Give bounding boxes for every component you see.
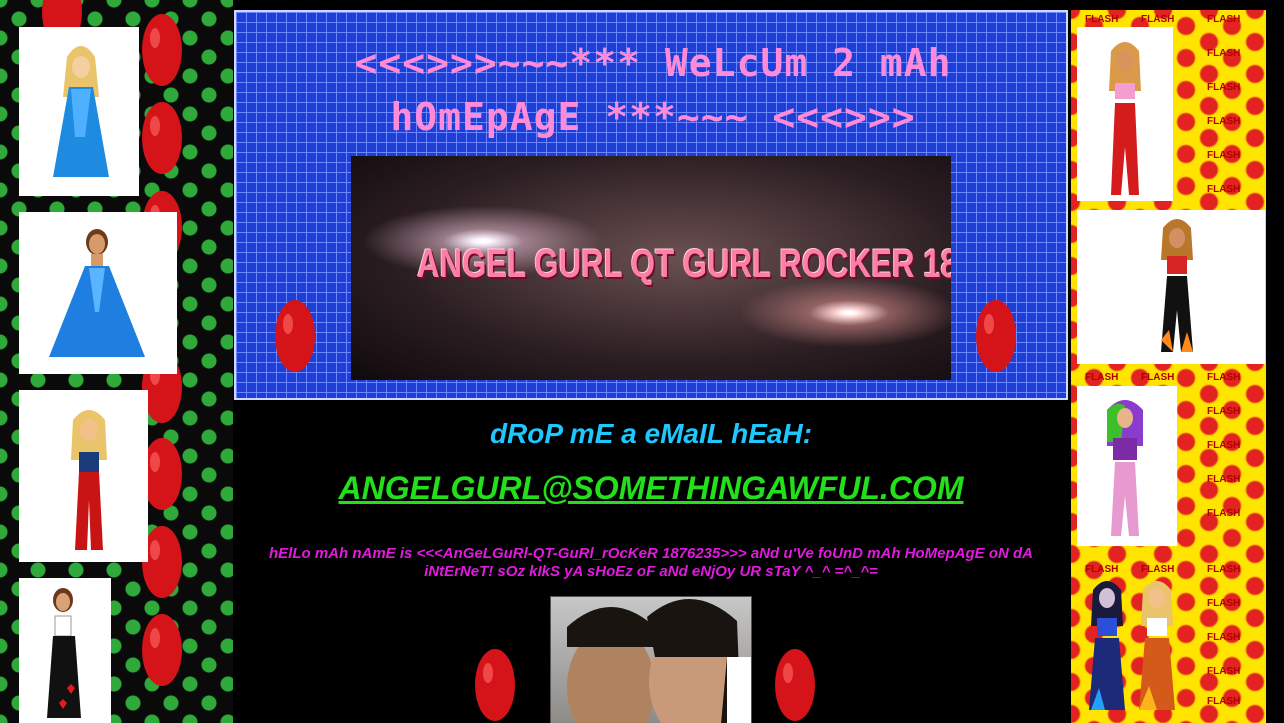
flash-tile-label: FLASH: [1207, 564, 1241, 575]
flash-tile-label: FLASH: [1207, 150, 1241, 161]
email-link[interactable]: ANGELGURL@SOMETHINGAWFUL.COM: [234, 470, 1068, 507]
flash-tile-label: FLASH: [1207, 440, 1241, 451]
strawberry-icon: [475, 649, 515, 721]
flash-tile-label: FLASH: [1207, 406, 1241, 417]
dress-up-doll-graphic: [53, 46, 109, 177]
two-dolls-graphic: [1089, 581, 1175, 710]
dress-up-doll-graphic: [1107, 400, 1143, 536]
email-heading: dRoP mE a eMaIL hEaH:: [489, 418, 813, 449]
flash-tile-label: FLASH: [1207, 82, 1241, 93]
flash-tile-label: FLASH: [1085, 14, 1119, 25]
intro-line1: hElLo mAh nAmE is <<<AnGeLGuRl-QT-GuRl_r…: [269, 545, 1033, 562]
flash-tile-label: FLASH: [1207, 666, 1241, 677]
strawberry-icon: [275, 300, 315, 372]
doll-card-blue-ballgown: [19, 212, 177, 374]
right-edge-spacer: [1266, 0, 1284, 723]
strawberry-icon: [142, 614, 182, 686]
dress-up-doll-graphic: [71, 410, 107, 550]
flash-tile-label: FLASH: [1085, 372, 1119, 383]
flash-tile-label: FLASH: [1207, 632, 1241, 643]
doll-card-red-pants-blonde: [19, 390, 148, 562]
right-flash-background: FLASH FLASH FLASH FLASH FLASH FLASH FLAS…: [1071, 10, 1266, 723]
name-banner-text: ANGEL GURL QT GURL ROCKER 1876235: [417, 242, 951, 286]
banner-title-line2: hOmEpAgE ***~~~ <<<>>>: [390, 95, 916, 139]
intro-line2: iNtErNeT! sOz kIkS yA sHoEz oF aNd eNjOy…: [424, 563, 878, 580]
dress-up-doll-graphic: [1161, 219, 1193, 352]
banner-title-line1: <<<>>>~~~*** WeLcUm 2 mAh: [354, 41, 952, 85]
flash-tile-label: FLASH: [1207, 474, 1241, 485]
flash-tile-label: FLASH: [1207, 116, 1241, 127]
left-star-background: [0, 0, 233, 723]
selfie-photo: [550, 596, 752, 723]
strawberry-icon: [142, 102, 182, 174]
strawberry-icon: [775, 649, 815, 721]
flash-tile-label: FLASH: [1141, 14, 1175, 25]
flash-tile-label: FLASH: [1207, 598, 1241, 609]
flash-tile-label: FLASH: [1207, 48, 1241, 59]
flash-tile-label: FLASH: [1207, 184, 1241, 195]
strawberry-icon: [976, 300, 1016, 372]
doll-card-blue-gown-blonde: [19, 27, 139, 196]
banner-title: <<<>>>~~~*** WeLcUm 2 mAh hOmEpAgE ***~~…: [236, 36, 1070, 144]
top-right-spacer: [1071, 0, 1284, 10]
flash-tile-label: FLASH: [1207, 14, 1241, 25]
flash-tile-label: FLASH: [1207, 696, 1241, 707]
name-banner-image: ANGEL GURL QT GURL ROCKER 1876235: [351, 156, 951, 380]
doll-card-flame-pants: [1077, 210, 1265, 364]
dress-up-doll-graphic: [47, 588, 81, 718]
doll-card-rainbow-hair: [1077, 386, 1177, 546]
intro-text: hElLo mAh nAmE is <<<AnGeLGuRl-QT-GuRl_r…: [234, 545, 1068, 581]
dress-up-doll-graphic: [49, 229, 145, 357]
doll-card-pink-top: [1077, 27, 1173, 201]
flash-tile-label: FLASH: [1141, 372, 1175, 383]
dress-up-doll-graphic: [1109, 42, 1141, 195]
flash-tile-label: FLASH: [1207, 372, 1241, 383]
flash-tile-label: FLASH: [1207, 508, 1241, 519]
doll-card-black-skirt-brunette: [19, 578, 111, 723]
strawberry-icon: [142, 14, 182, 86]
